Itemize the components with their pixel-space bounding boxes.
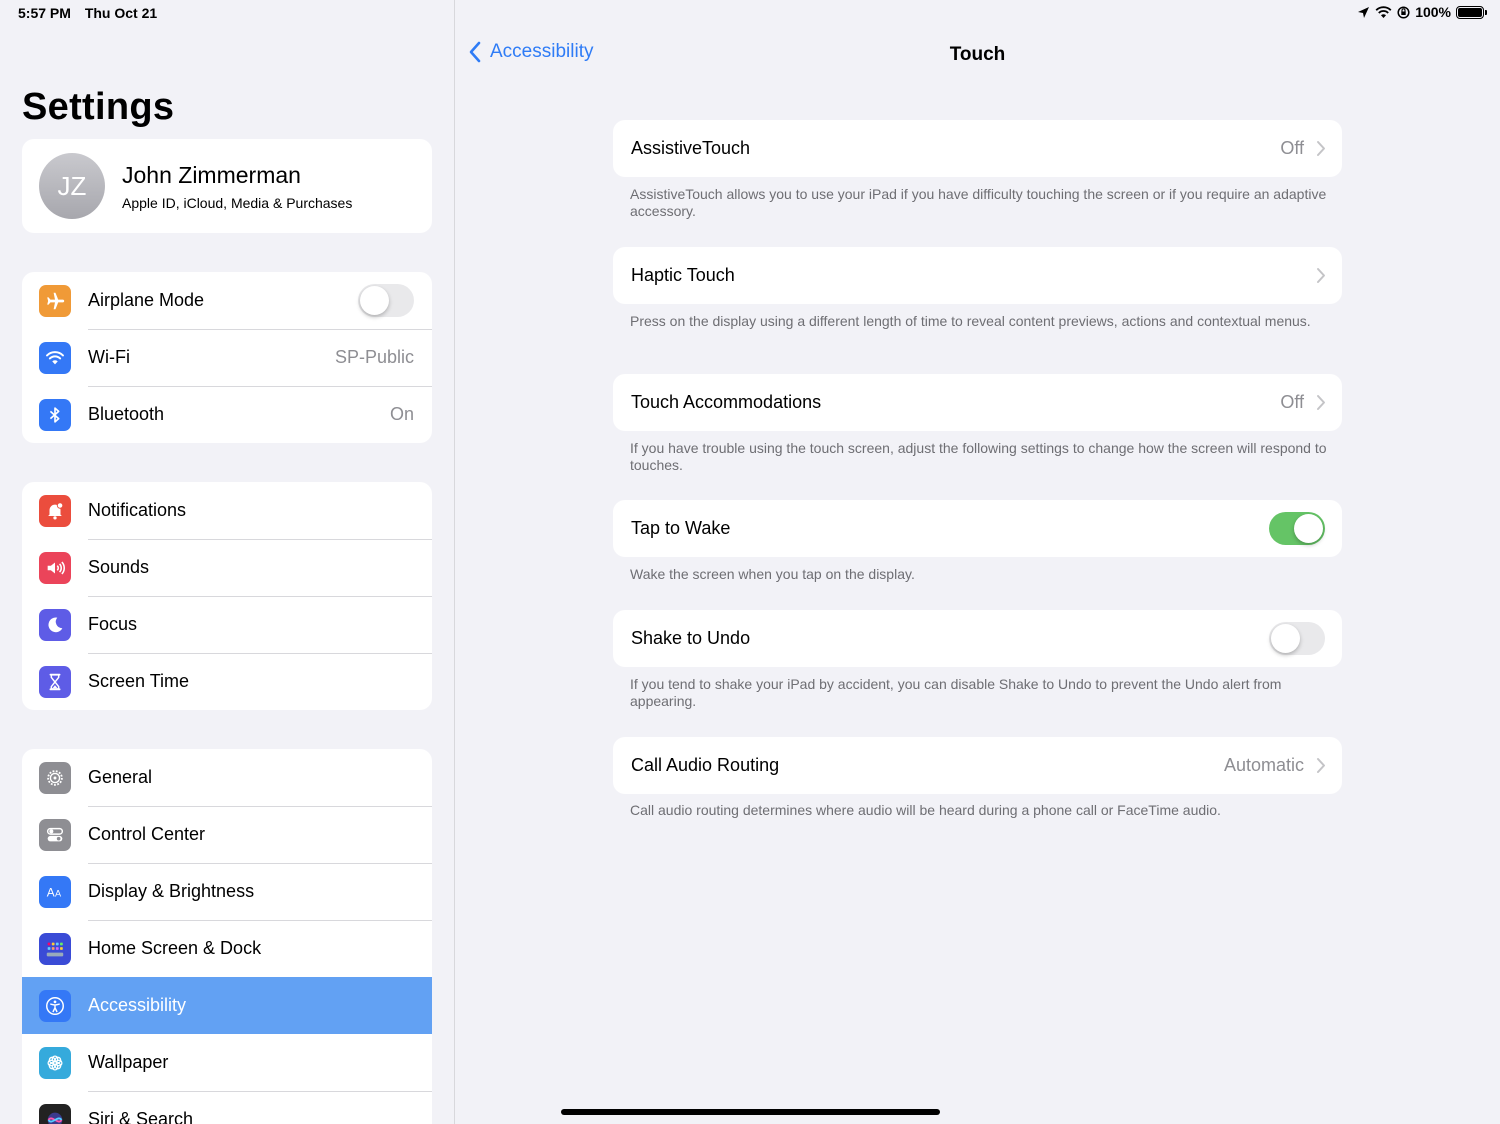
sidebar-item-home-screen-dock[interactable]: Home Screen & Dock: [22, 920, 432, 977]
sidebar-item-siri-search[interactable]: Siri & Search: [22, 1091, 432, 1124]
shake-to-undo-toggle[interactable]: [1269, 622, 1325, 655]
detail-title: Touch: [949, 44, 1006, 65]
general-group: General Control Center AA Display & Brig…: [22, 749, 432, 1124]
row-label: Shake to Undo: [631, 628, 751, 648]
display-icon: AA: [39, 875, 71, 908]
page-title: Settings: [22, 86, 175, 128]
focus-icon: [39, 608, 71, 641]
airplane-icon: [39, 284, 71, 317]
hourglass-icon: [39, 665, 71, 698]
bluetooth-icon: [39, 398, 71, 431]
sidebar-item-label: Sounds: [88, 557, 150, 577]
row-label: Call Audio Routing: [631, 755, 780, 775]
apple-id-profile[interactable]: JZ John Zimmerman Apple ID, iCloud, Medi…: [22, 139, 432, 233]
sidebar-item-wifi[interactable]: Wi-Fi SP-Public: [22, 329, 432, 386]
sidebar-item-accessibility[interactable]: Accessibility: [22, 977, 432, 1034]
orientation-lock-icon: [1397, 5, 1410, 19]
sidebar-item-label: Notifications: [88, 500, 187, 520]
sidebar-item-label: Focus: [88, 614, 138, 634]
sidebar-item-screen-time[interactable]: Screen Time: [22, 653, 432, 710]
sidebar-item-label: Accessibility: [88, 995, 187, 1015]
sidebar-item-label: Wi-Fi: [88, 347, 130, 367]
row-footer: Wake the screen when you tap on the disp…: [630, 566, 915, 582]
call-audio-routing-row[interactable]: Call Audio Routing Automatic: [613, 737, 1342, 794]
tap-to-wake-toggle[interactable]: [1269, 512, 1325, 545]
chevron-right-icon: [1317, 268, 1325, 283]
profile-subtitle: Apple ID, iCloud, Media & Purchases: [122, 194, 353, 211]
chevron-right-icon: [1317, 395, 1325, 410]
row-label: AssistiveTouch: [631, 138, 751, 158]
gear-icon: [39, 761, 71, 794]
row-label: Tap to Wake: [631, 518, 731, 538]
sidebar-item-label: Airplane Mode: [88, 290, 205, 310]
touch-accommodations-row[interactable]: Touch Accommodations Off: [613, 374, 1342, 431]
home-indicator[interactable]: [561, 1109, 940, 1115]
bluetooth-value: On: [389, 404, 414, 424]
sidebar-item-wallpaper[interactable]: Wallpaper: [22, 1034, 432, 1091]
haptic-touch-row[interactable]: Haptic Touch: [613, 247, 1342, 304]
chevron-right-icon: [1317, 141, 1325, 156]
settings-sidebar: Settings JZ John Zimmerman Apple ID, iCl…: [0, 0, 455, 1124]
home-screen-icon: [39, 932, 71, 965]
sidebar-item-general[interactable]: General: [22, 749, 432, 806]
row-value: Off: [1280, 138, 1304, 158]
row-label: Touch Accommodations: [631, 392, 822, 412]
sidebar-item-label: Display & Brightness: [88, 881, 255, 901]
sidebar-item-label: Control Center: [88, 824, 206, 844]
tap-to-wake-row: Tap to Wake: [613, 500, 1342, 557]
wifi-icon: [39, 341, 71, 374]
airplane-mode-toggle[interactable]: [358, 284, 414, 317]
sidebar-item-label: Bluetooth: [88, 404, 165, 424]
sounds-icon: [39, 551, 71, 584]
row-value: Off: [1280, 392, 1304, 412]
sidebar-item-focus[interactable]: Focus: [22, 596, 432, 653]
sidebar-item-bluetooth[interactable]: Bluetooth On: [22, 386, 432, 443]
connectivity-group: Airplane Mode Wi-Fi SP-Public Bluetooth …: [22, 272, 432, 443]
svg-text:A: A: [55, 888, 62, 898]
chevron-right-icon: [1317, 758, 1325, 773]
sidebar-item-label: Home Screen & Dock: [88, 938, 262, 958]
sidebar-item-notifications[interactable]: Notifications: [22, 482, 432, 539]
sidebar-item-control-center[interactable]: Control Center: [22, 806, 432, 863]
row-label: Haptic Touch: [631, 265, 735, 285]
avatar: JZ: [39, 153, 105, 219]
svg-text:A: A: [47, 885, 55, 899]
shake-to-undo-row: Shake to Undo: [613, 610, 1342, 667]
row-footer: Press on the display using a different l…: [630, 313, 1311, 329]
wifi-status-icon: [1375, 5, 1392, 18]
sidebar-item-label: Screen Time: [88, 671, 190, 691]
accessibility-icon: [39, 989, 71, 1022]
control-center-icon: [39, 818, 71, 851]
notifications-icon: [39, 494, 71, 527]
battery-icon: [1456, 5, 1487, 19]
sidebar-item-label: Siri & Search: [88, 1109, 194, 1124]
row-footer: If you have trouble using the touch scre…: [630, 440, 1327, 473]
location-icon: [1358, 6, 1370, 18]
notifications-group: Notifications Sounds Focus Screen Time: [22, 482, 432, 710]
sidebar-item-label: Wallpaper: [88, 1052, 169, 1072]
sidebar-item-label: General: [88, 767, 153, 787]
sidebar-item-display-brightness[interactable]: AA Display & Brightness: [22, 863, 432, 920]
row-footer: If you tend to shake your iPad by accide…: [630, 676, 1282, 709]
sidebar-item-sounds[interactable]: Sounds: [22, 539, 432, 596]
sidebar-item-airplane-mode[interactable]: Airplane Mode: [22, 272, 432, 329]
row-footer: Call audio routing determines where audi…: [630, 802, 1221, 818]
row-footer: AssistiveTouch allows you to use your iP…: [630, 186, 1327, 219]
wallpaper-icon: [39, 1046, 71, 1079]
row-value: Automatic: [1223, 755, 1304, 775]
assistivetouch-row[interactable]: AssistiveTouch Off: [613, 120, 1342, 177]
wifi-network-value: SP-Public: [334, 347, 414, 367]
status-bar-right: 100%: [1357, 4, 1487, 20]
siri-icon: [39, 1103, 71, 1124]
profile-name: John Zimmerman: [122, 161, 301, 188]
battery-percent: 100%: [1415, 4, 1451, 20]
